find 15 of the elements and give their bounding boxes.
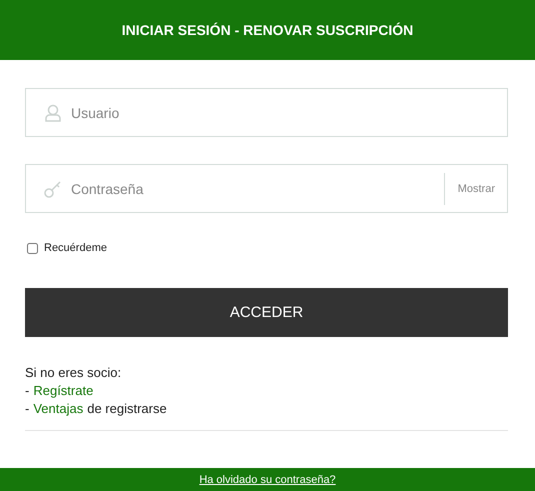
login-button[interactable]: ACCEDER: [25, 288, 508, 337]
remember-label: Recuérdeme: [44, 242, 107, 254]
register-link[interactable]: Regístrate: [33, 382, 94, 400]
show-password-button[interactable]: Mostrar: [444, 173, 507, 205]
key-icon: [43, 179, 63, 199]
remember-checkbox[interactable]: [27, 242, 38, 254]
dash-text: -: [25, 382, 30, 400]
username-field[interactable]: Usuario: [25, 88, 508, 137]
page-title: INICIAR SESIÓN - RENOVAR SUSCRIPCIÓN: [122, 22, 414, 38]
dash-text: -: [25, 400, 30, 418]
user-icon: [43, 103, 63, 123]
intro-text: Si no eres socio:: [25, 364, 122, 382]
forgot-password-link[interactable]: Ha olvidado su contraseña?: [199, 474, 336, 486]
link-suffix-text: de registrarse: [87, 400, 167, 418]
register-link[interactable]: Ventajas: [33, 400, 84, 418]
